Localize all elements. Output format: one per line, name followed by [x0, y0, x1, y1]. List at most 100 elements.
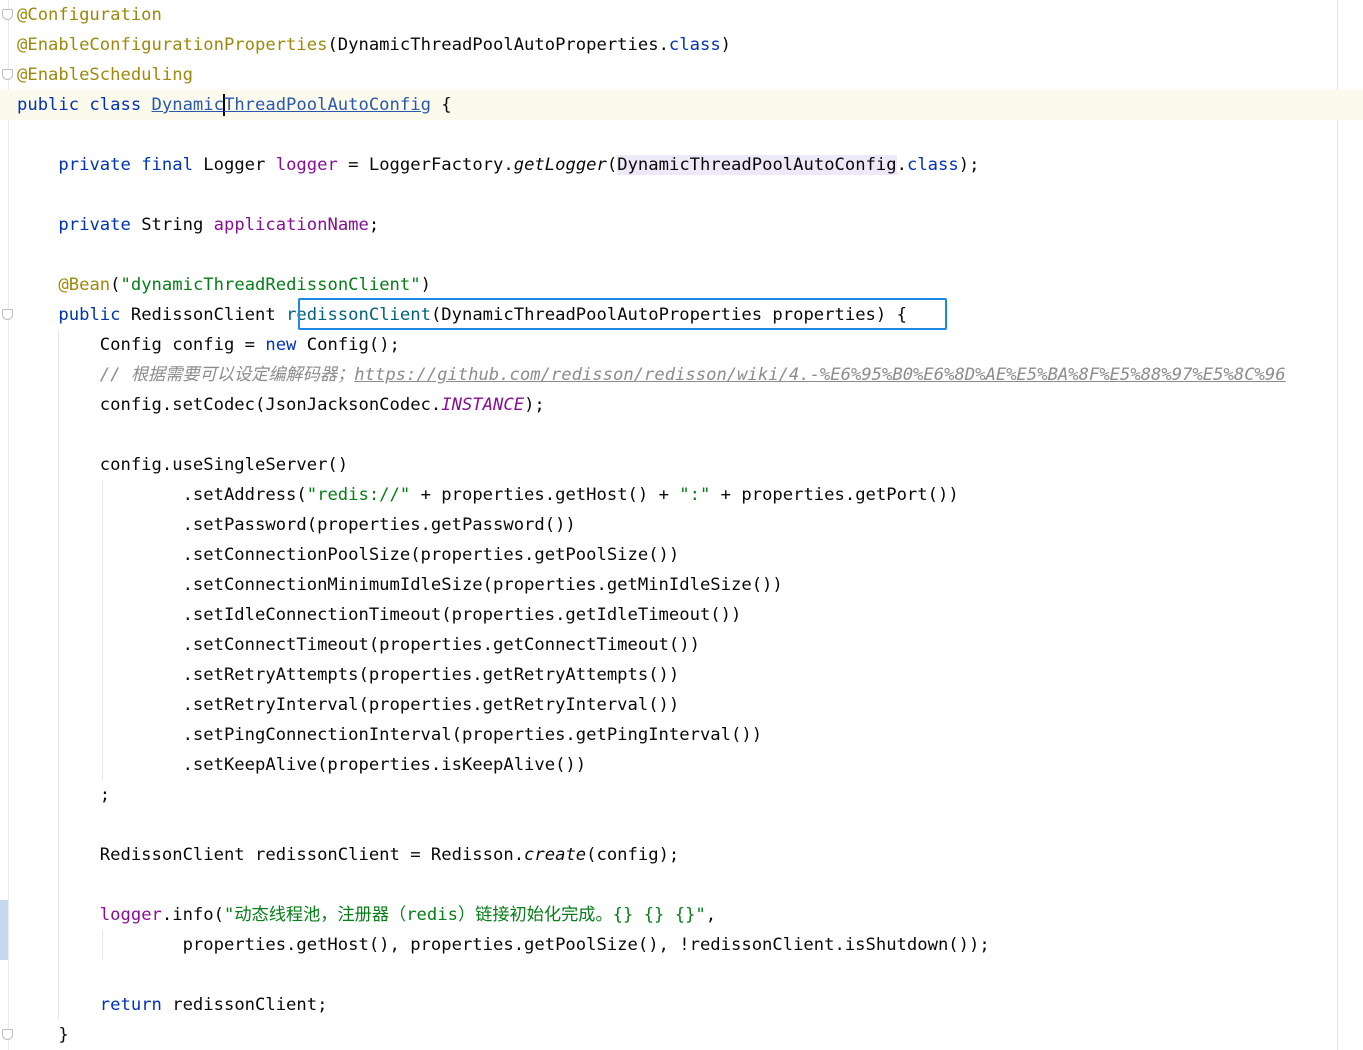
code-line[interactable]: .setConnectionMinimumIdleSize(properties…: [0, 570, 1363, 600]
code-line[interactable]: .setRetryInterval(properties.getRetryInt…: [0, 690, 1363, 720]
code-token: .info(: [161, 905, 224, 925]
code-token: ;: [17, 785, 111, 805]
code-line[interactable]: .setPingConnectionInterval(properties.ge…: [0, 720, 1363, 750]
code-token: // 根据需要可以设定编解码器；: [99, 365, 355, 385]
code-line[interactable]: .setRetryAttempts(properties.getRetryAtt…: [0, 660, 1363, 690]
code-line[interactable]: .setConnectionPoolSize(properties.getPoo…: [0, 540, 1363, 570]
code-token: "动态线程池，注册器（redis）链接初始化完成。{} {} {}": [223, 905, 706, 925]
code-token: class: [906, 155, 959, 175]
code-token: );: [958, 155, 980, 175]
code-token: ): [720, 35, 732, 55]
code-token: logger: [99, 905, 162, 925]
code-token: return: [99, 995, 173, 1015]
code-token: .setConnectionPoolSize(properties.getPoo…: [17, 545, 680, 565]
code-line[interactable]: return redissonClient;: [0, 990, 1363, 1020]
code-line[interactable]: .setAddress("redis://" + properties.getH…: [0, 480, 1363, 510]
code-token: RedissonClient redissonClient = Redisson…: [17, 845, 525, 865]
code-token: config.useSingleServer(): [17, 455, 349, 475]
code-token: INSTANCE: [441, 395, 525, 415]
code-line[interactable]: @Configuration: [0, 0, 1363, 30]
code-line[interactable]: [0, 180, 1363, 210]
code-token: new: [265, 335, 307, 355]
code-token: ,: [705, 905, 717, 925]
code-line[interactable]: @Bean("dynamicThreadRedissonClient"): [0, 270, 1363, 300]
code-token: .setKeepAlive(properties.isKeepAlive()): [17, 755, 587, 775]
code-token: RedissonClient: [130, 305, 287, 325]
code-line[interactable]: }: [0, 1020, 1363, 1050]
code-line[interactable]: [0, 870, 1363, 900]
code-line[interactable]: Config config = new Config();: [0, 330, 1363, 360]
code-token: ;: [368, 215, 380, 235]
code-token: public class: [17, 95, 152, 115]
code-line[interactable]: // 根据需要可以设定编解码器；https://github.com/redis…: [0, 360, 1363, 390]
code-token: ): [420, 275, 431, 295]
code-token: DynamicThreadPoolAutoConfig: [617, 155, 897, 175]
code-token: {: [430, 95, 452, 115]
code-line[interactable]: .setIdleConnectionTimeout(properties.get…: [0, 600, 1363, 630]
code-token: (config);: [586, 845, 680, 865]
code-token: @EnableConfigurationProperties: [17, 35, 328, 55]
code-token: config.setCodec(JsonJacksonCodec.: [17, 395, 442, 415]
code-token: Config();: [306, 335, 400, 355]
code-token: ":": [679, 485, 711, 505]
code-token: redissonClient;: [172, 995, 328, 1015]
code-line[interactable]: config.setCodec(JsonJacksonCodec.INSTANC…: [0, 390, 1363, 420]
code-token: getLogger: [513, 155, 607, 175]
code-line[interactable]: .setKeepAlive(properties.isKeepAlive()): [0, 750, 1363, 780]
code-token: private final: [58, 155, 204, 175]
code-token: create: [524, 845, 587, 865]
code-line[interactable]: [0, 240, 1363, 270]
code-token: "dynamicThreadRedissonClient": [120, 275, 421, 295]
code-token: public: [58, 305, 131, 325]
code-token: .setRetryInterval(properties.getRetryInt…: [17, 695, 680, 715]
code-token: (DynamicThreadPoolAutoProperties.: [327, 35, 669, 55]
code-token: + properties.getHost() +: [410, 485, 680, 505]
code-token: .setConnectionMinimumIdleSize(properties…: [17, 575, 783, 595]
code-token: }: [17, 1025, 69, 1045]
code-token: "redis://": [306, 485, 411, 505]
code-token: .setAddress(: [17, 485, 307, 505]
code-token: applicationName: [213, 215, 369, 235]
code-line[interactable]: [0, 810, 1363, 840]
code-line[interactable]: .setPassword(properties.getPassword()): [0, 510, 1363, 540]
code-token: = LoggerFactory.: [337, 155, 514, 175]
code-token: @EnableScheduling: [17, 65, 193, 85]
code-line[interactable]: @EnableScheduling: [0, 60, 1363, 90]
code-line[interactable]: public class DynamicThreadPoolAutoConfig…: [0, 90, 1363, 120]
code-token[interactable]: Dynamic: [152, 95, 224, 115]
code-token: .setRetryAttempts(properties.getRetryAtt…: [17, 665, 680, 685]
code-line[interactable]: ;: [0, 780, 1363, 810]
code-token: String: [141, 215, 214, 235]
code-token: @Configuration: [17, 5, 162, 25]
code-line[interactable]: [0, 960, 1363, 990]
code-line[interactable]: @EnableConfigurationProperties(DynamicTh…: [0, 30, 1363, 60]
code-editor[interactable]: @Configuration @EnableConfigurationProper…: [0, 0, 1363, 1050]
code-line[interactable]: logger.info("动态线程池，注册器（redis）链接初始化完成。{} …: [0, 900, 1363, 930]
code-line[interactable]: private String applicationName;: [0, 210, 1363, 240]
code-token: (: [606, 155, 618, 175]
code-token: private: [58, 215, 142, 235]
code-token: class: [668, 35, 721, 55]
code-token: .setIdleConnectionTimeout(properties.get…: [17, 605, 742, 625]
code-line[interactable]: RedissonClient redissonClient = Redisson…: [0, 840, 1363, 870]
code-token: .: [896, 155, 907, 175]
code-token: .setPassword(properties.getPassword()): [17, 515, 576, 535]
code-line[interactable]: private final Logger logger = LoggerFact…: [0, 150, 1363, 180]
code-token: .setConnectTimeout(properties.getConnect…: [17, 635, 700, 655]
code-line[interactable]: config.useSingleServer(): [0, 450, 1363, 480]
code-token: Config config =: [17, 335, 266, 355]
code-line[interactable]: [0, 120, 1363, 150]
code-line[interactable]: [0, 420, 1363, 450]
code-token: + properties.getPort()): [710, 485, 959, 505]
comment-link[interactable]: https://github.com/redisson/redisson/wik…: [354, 365, 1285, 385]
code-token[interactable]: ThreadPoolAutoConfig: [224, 95, 431, 115]
code-line[interactable]: properties.getHost(), properties.getPool…: [0, 930, 1363, 960]
code-token: @Bean: [58, 275, 111, 295]
code-line[interactable]: .setConnectTimeout(properties.getConnect…: [0, 630, 1363, 660]
